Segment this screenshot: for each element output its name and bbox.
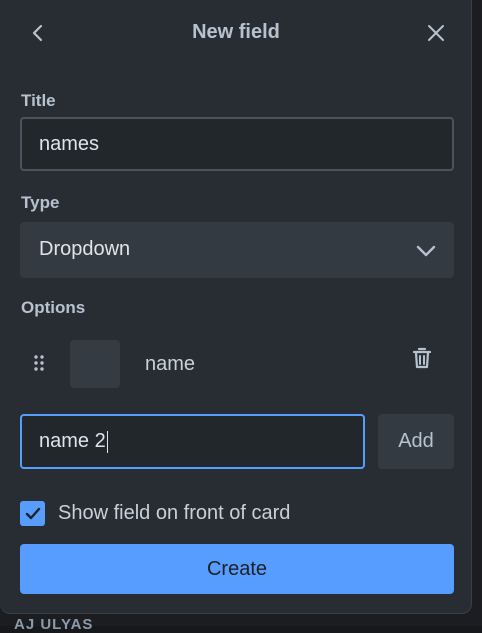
type-select-value: Dropdown <box>39 238 131 260</box>
option-color-swatch[interactable] <box>70 340 120 388</box>
close-icon <box>428 25 444 41</box>
background-card-text: AJ ULYAS <box>14 616 94 633</box>
close-button[interactable] <box>420 17 452 49</box>
popover-header: New field <box>0 0 472 66</box>
title-input[interactable] <box>20 117 454 171</box>
popover-title: New field <box>192 21 280 43</box>
chevron-down-icon <box>414 241 438 261</box>
option-label[interactable]: name <box>145 353 195 376</box>
show-on-card-label[interactable]: Show field on front of card <box>58 502 290 525</box>
new-option-input[interactable]: name 2 <box>20 414 365 469</box>
text-caret <box>106 430 108 453</box>
drag-handle-icon[interactable] <box>28 350 50 376</box>
create-button[interactable]: Create <box>20 544 454 594</box>
show-on-card-checkbox[interactable] <box>20 501 45 526</box>
add-option-button[interactable]: Add <box>378 414 454 469</box>
options-label: Options <box>21 298 86 317</box>
type-label: Type <box>21 193 60 212</box>
new-field-popover: New field Title Type Dropdown Options <box>0 0 472 614</box>
new-option-value: name 2 <box>39 430 106 452</box>
checkmark-icon <box>25 507 40 519</box>
title-label: Title <box>21 91 56 110</box>
trash-icon <box>412 347 432 369</box>
type-select[interactable]: Dropdown <box>20 222 454 278</box>
delete-option-button[interactable] <box>408 343 436 373</box>
